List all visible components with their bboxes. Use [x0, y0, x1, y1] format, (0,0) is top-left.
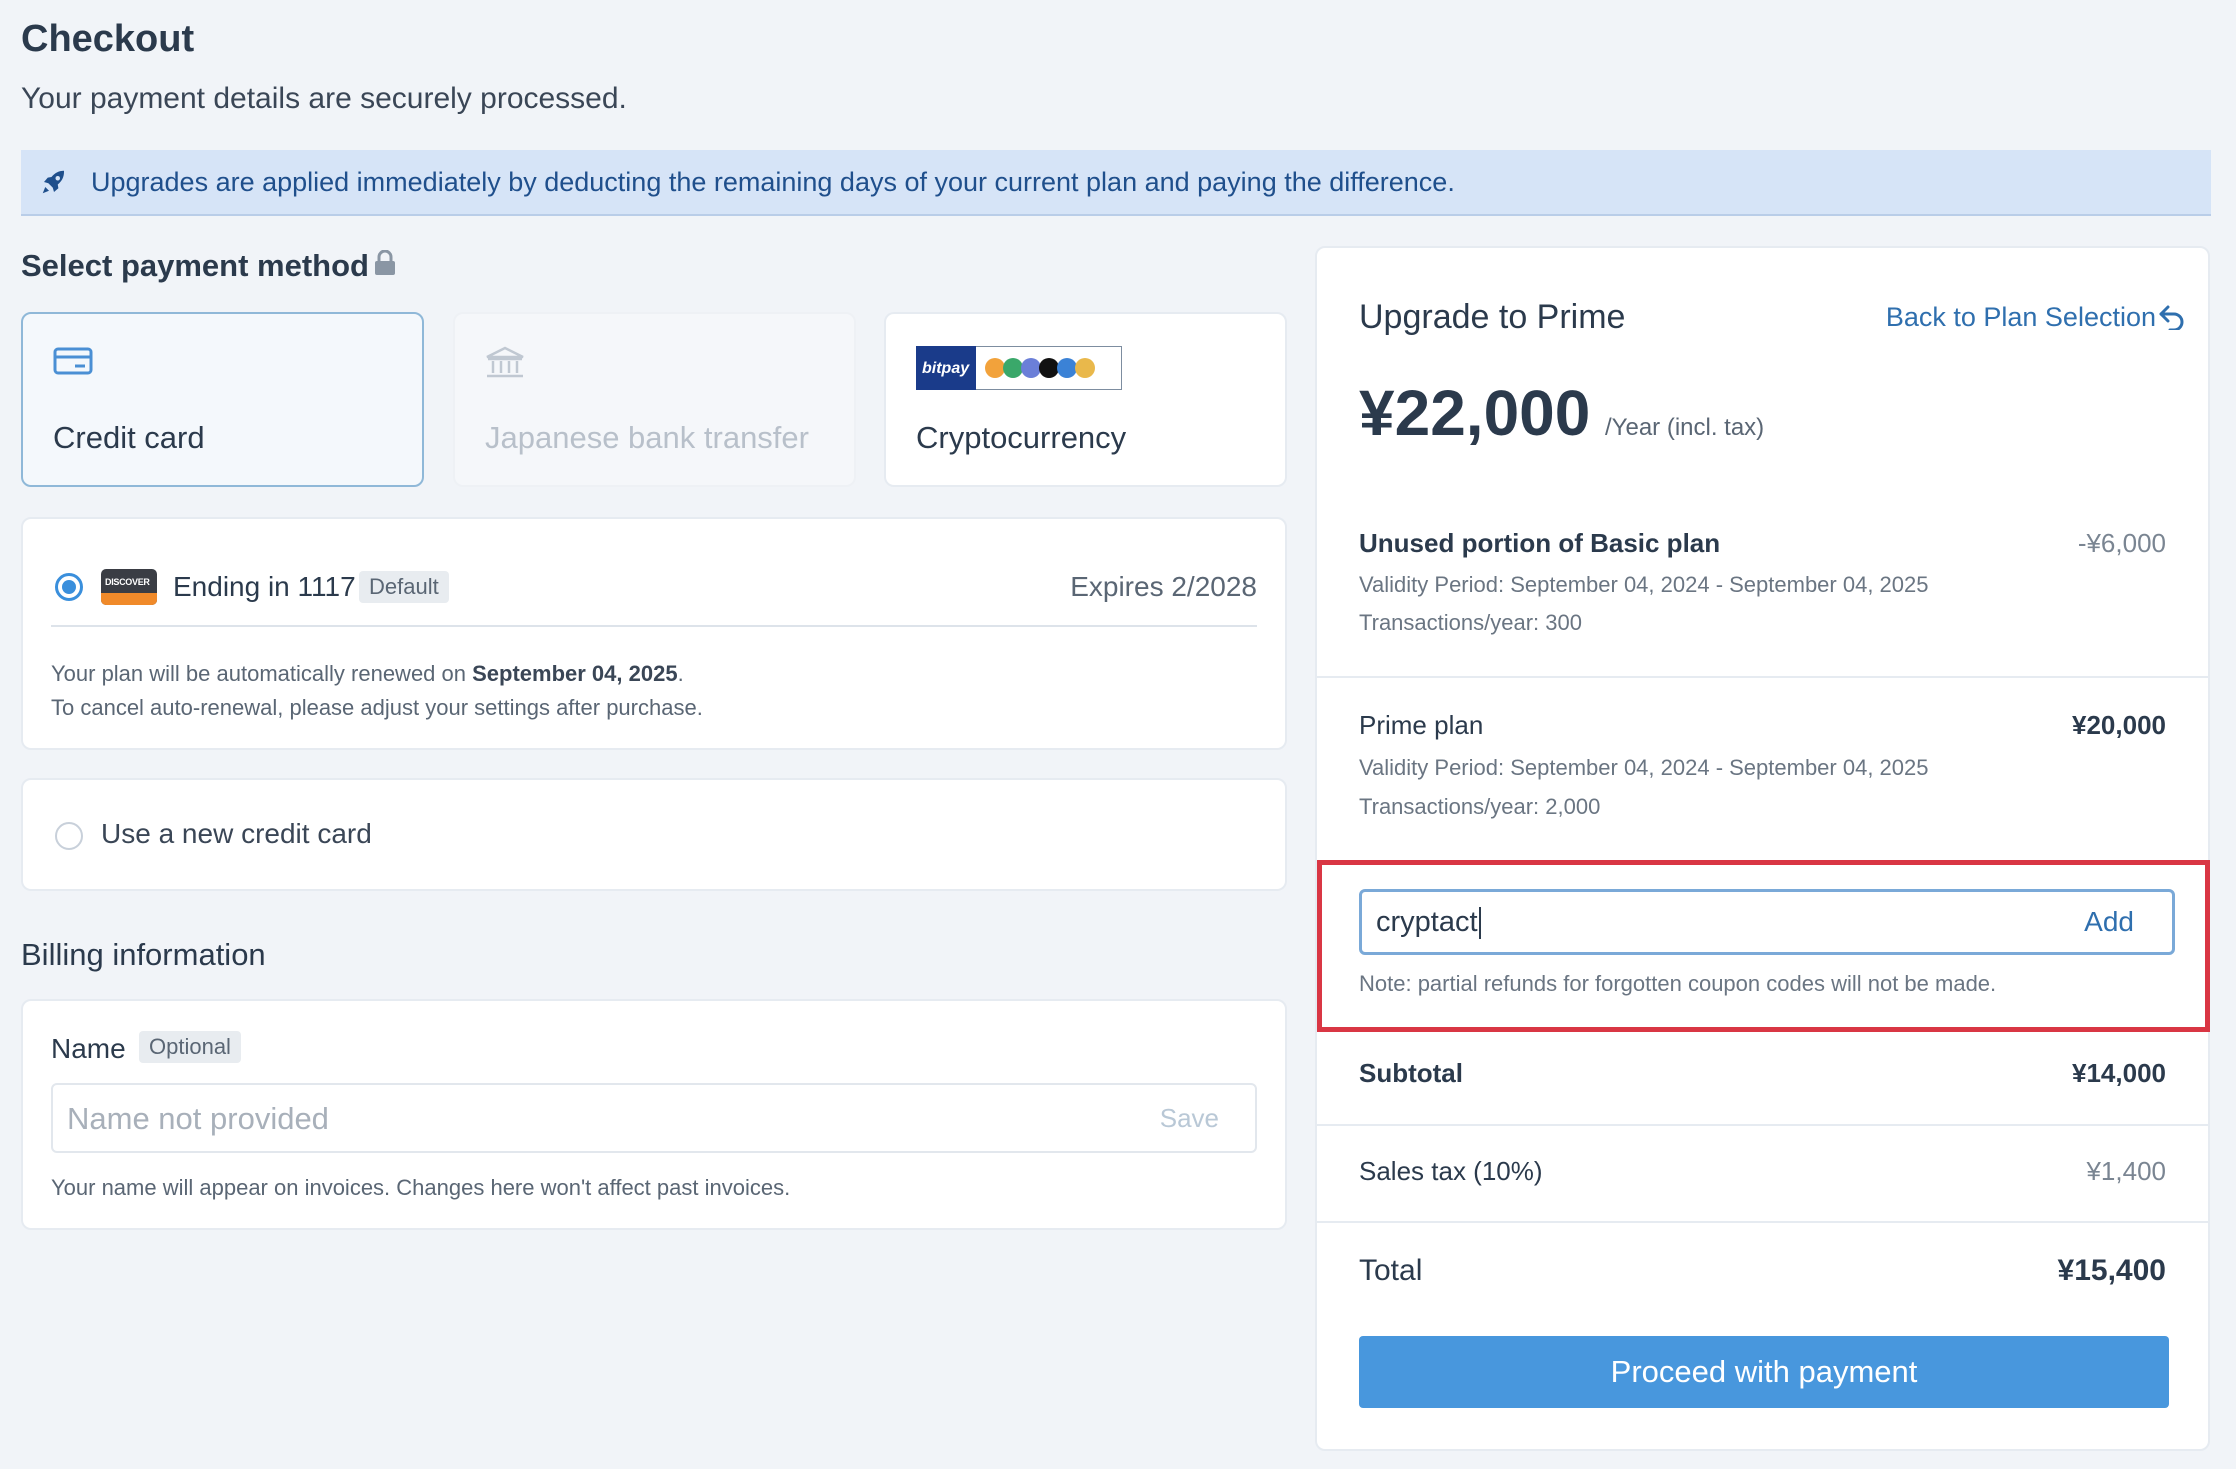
- renew-prefix: Your plan will be automatically renewed …: [51, 661, 473, 686]
- prime-validity: Validity Period: September 04, 2024 - Se…: [1359, 755, 1929, 780]
- summary-title: Upgrade to Prime: [1359, 298, 1626, 336]
- unused-transactions: Transactions/year: 300: [1359, 610, 1582, 635]
- method-credit-card[interactable]: Credit card: [21, 312, 424, 487]
- save-button[interactable]: Save: [1160, 1103, 1219, 1134]
- coupon-value: cryptact: [1376, 906, 1478, 938]
- page-title: Checkout: [21, 18, 195, 60]
- coupon-note: Note: partial refunds for forgotten coup…: [1359, 971, 1997, 996]
- method-cryptocurrency[interactable]: bitpay Cryptocurrency: [884, 312, 1287, 487]
- name-input[interactable]: Name not provided Save: [51, 1083, 1257, 1153]
- saved-card-panel[interactable]: DISCOVER Ending in 1117 Default Expires …: [21, 517, 1287, 750]
- discover-card-icon: DISCOVER: [101, 569, 157, 605]
- payment-method-heading: Select payment method: [21, 248, 369, 283]
- saved-card-radio[interactable]: [55, 573, 83, 601]
- method-cryptocurrency-label: Cryptocurrency: [916, 420, 1127, 455]
- page-subtitle: Your payment details are securely proces…: [21, 82, 627, 115]
- bank-icon: [486, 346, 524, 378]
- bitpay-logo: bitpay: [916, 346, 1122, 390]
- back-arrow-icon[interactable]: [2158, 304, 2186, 330]
- name-placeholder: Name not provided: [67, 1101, 329, 1136]
- unused-portion-title: Unused portion of Basic plan: [1359, 528, 1721, 558]
- renew-date: September 04, 2025: [472, 661, 678, 686]
- plan-price: ¥22,000: [1359, 377, 1591, 449]
- method-bank-transfer[interactable]: Japanese bank transfer: [453, 312, 856, 487]
- prime-plan-title: Prime plan: [1359, 710, 1484, 740]
- optional-badge: Optional: [139, 1031, 241, 1063]
- sales-tax-amount: ¥1,400: [2086, 1156, 2166, 1186]
- bitpay-logo-text: bitpay: [922, 360, 970, 377]
- rocket-icon: [42, 170, 64, 194]
- upgrade-notice: Upgrades are applied immediately by dedu…: [21, 150, 2211, 216]
- renew-suffix: .: [677, 661, 684, 686]
- back-to-plan-link[interactable]: Back to Plan Selection: [1886, 302, 2156, 333]
- card-divider: [51, 625, 1257, 627]
- total-label: Total: [1359, 1254, 1423, 1287]
- total-amount: ¥15,400: [2057, 1254, 2166, 1287]
- card-ending: Ending in 1117: [173, 571, 356, 602]
- coupon-input[interactable]: cryptact Add: [1359, 889, 2175, 955]
- method-bank-transfer-label: Japanese bank transfer: [485, 420, 809, 455]
- proceed-payment-button[interactable]: Proceed with payment: [1359, 1336, 2169, 1408]
- new-card-radio[interactable]: [55, 822, 83, 850]
- cancel-note: To cancel auto-renewal, please adjust yo…: [51, 695, 703, 720]
- price-unit: /Year (incl. tax): [1605, 414, 1765, 441]
- prime-transactions: Transactions/year: 2,000: [1359, 794, 1601, 819]
- unused-portion-amount: -¥6,000: [2077, 528, 2166, 558]
- new-card-label: Use a new credit card: [101, 818, 372, 849]
- unused-validity: Validity Period: September 04, 2024 - Se…: [1359, 572, 1929, 597]
- add-coupon-button[interactable]: Add: [2084, 906, 2134, 938]
- summary-divider: [1317, 1124, 2208, 1126]
- auto-renew-note: Your plan will be automatically renewed …: [51, 657, 703, 725]
- billing-panel: Name Optional Name not provided Save You…: [21, 999, 1287, 1230]
- default-badge: Default: [359, 571, 449, 603]
- name-help-text: Your name will appear on invoices. Chang…: [51, 1175, 791, 1200]
- billing-heading: Billing information: [21, 937, 266, 972]
- new-card-option[interactable]: Use a new credit card: [21, 778, 1287, 891]
- summary-divider: [1317, 1221, 2208, 1223]
- lock-icon: [375, 250, 395, 275]
- subtotal-amount: ¥14,000: [2072, 1058, 2166, 1088]
- card-expiry: Expires 2/2028: [1070, 571, 1257, 602]
- order-summary: Upgrade to Prime Back to Plan Selection …: [1315, 246, 2210, 1451]
- method-credit-card-label: Credit card: [53, 420, 205, 455]
- text-cursor: [1478, 907, 1481, 940]
- notice-text: Upgrades are applied immediately by dedu…: [91, 166, 1455, 197]
- summary-divider: [1317, 676, 2208, 678]
- subtotal-label: Subtotal: [1359, 1058, 1463, 1088]
- coupon-section: cryptact Add Note: partial refunds for f…: [1317, 860, 2210, 1032]
- discover-brand-text: DISCOVER: [105, 577, 150, 587]
- sales-tax-label: Sales tax (10%): [1359, 1156, 1543, 1186]
- name-label: Name: [51, 1033, 126, 1064]
- credit-card-icon: [53, 347, 93, 375]
- prime-plan-amount: ¥20,000: [2072, 710, 2166, 740]
